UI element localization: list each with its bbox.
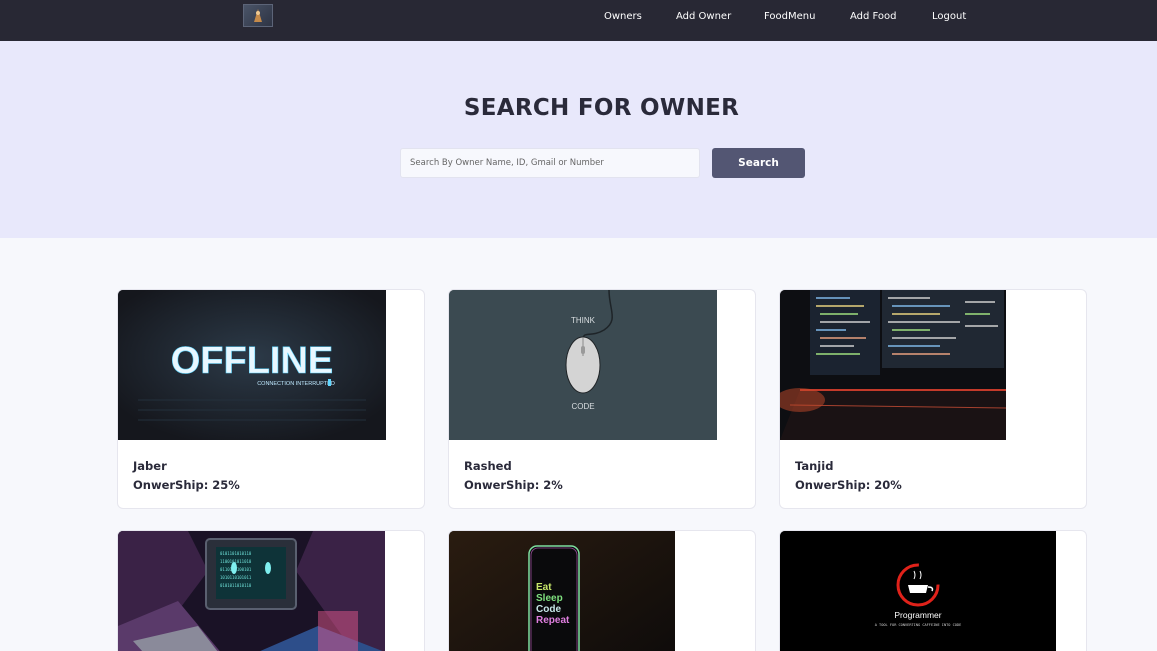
owner-card[interactable]: THINK CODE Rashed OnwerShip: 2% bbox=[448, 289, 756, 509]
search-hero: SEARCH FOR OWNER Search bbox=[0, 41, 1157, 238]
nav-link-owners[interactable]: Owners bbox=[604, 11, 642, 22]
owner-card[interactable]: Eat Sleep Code Repeat bbox=[448, 530, 756, 651]
owner-name: Jaber bbox=[133, 459, 167, 473]
owner-image-code-monitors bbox=[780, 290, 1006, 440]
svg-text:CODE: CODE bbox=[571, 402, 594, 411]
nav-link-add-owner[interactable]: Add Owner bbox=[676, 11, 731, 22]
owner-card[interactable]: Programmer A TOOL FOR CONVERTING CAFFEIN… bbox=[779, 530, 1087, 651]
owner-image-programmer: Programmer A TOOL FOR CONVERTING CAFFEIN… bbox=[780, 531, 1056, 651]
page-title: SEARCH FOR OWNER bbox=[463, 95, 740, 121]
svg-text:Eat: Eat bbox=[536, 582, 552, 593]
owner-ownership: OnwerShip: 25% bbox=[133, 478, 240, 492]
owner-image-think-code: THINK CODE bbox=[449, 290, 717, 440]
nav-link-add-food[interactable]: Add Food bbox=[850, 11, 897, 22]
owner-search-input[interactable] bbox=[400, 148, 700, 178]
svg-text:THINK: THINK bbox=[571, 316, 596, 325]
owner-name: Tanjid bbox=[795, 459, 834, 473]
top-navbar: Owners Add Owner FoodMenu Add Food Logou… bbox=[0, 0, 1157, 41]
search-button[interactable]: Search bbox=[712, 148, 805, 178]
svg-text:1010110101011: 1010110101011 bbox=[220, 575, 252, 580]
nav-link-logout[interactable]: Logout bbox=[932, 11, 966, 22]
svg-text:A TOOL FOR CONVERTING CAFFEINE: A TOOL FOR CONVERTING CAFFEINE INTO CODE bbox=[875, 623, 962, 627]
owner-ownership: OnwerShip: 20% bbox=[795, 478, 902, 492]
owner-image-eat-sleep-code: Eat Sleep Code Repeat bbox=[449, 531, 675, 651]
svg-text:1100101011010: 1100101011010 bbox=[220, 559, 252, 564]
owner-ownership: OnwerShip: 2% bbox=[464, 478, 563, 492]
owner-card[interactable]: OFFLINE CONNECTION INTERRUPTED Jaber Onw… bbox=[117, 289, 425, 509]
svg-text:Repeat: Repeat bbox=[536, 615, 570, 626]
brand-logo[interactable] bbox=[243, 4, 273, 27]
svg-text:CONNECTION INTERRUPTED: CONNECTION INTERRUPTED bbox=[257, 381, 335, 387]
svg-text:Sleep: Sleep bbox=[536, 593, 563, 604]
nav-link-food-menu[interactable]: FoodMenu bbox=[764, 11, 815, 22]
svg-text:0101011010110: 0101011010110 bbox=[220, 583, 252, 588]
owner-name: Rashed bbox=[464, 459, 512, 473]
owner-card[interactable]: Tanjid OnwerShip: 20% bbox=[779, 289, 1087, 509]
owner-image-offline: OFFLINE CONNECTION INTERRUPTED bbox=[118, 290, 386, 440]
owner-card[interactable]: 0101101010110 1100101011010 011010110010… bbox=[117, 530, 425, 651]
svg-text:0101101010110: 0101101010110 bbox=[220, 551, 252, 556]
svg-text:OFFLINE: OFFLINE bbox=[171, 340, 334, 382]
svg-text:Code: Code bbox=[536, 604, 561, 615]
svg-text:Programmer: Programmer bbox=[894, 610, 941, 620]
owner-image-retro-computer: 0101101010110 1100101011010 011010110010… bbox=[118, 531, 385, 651]
